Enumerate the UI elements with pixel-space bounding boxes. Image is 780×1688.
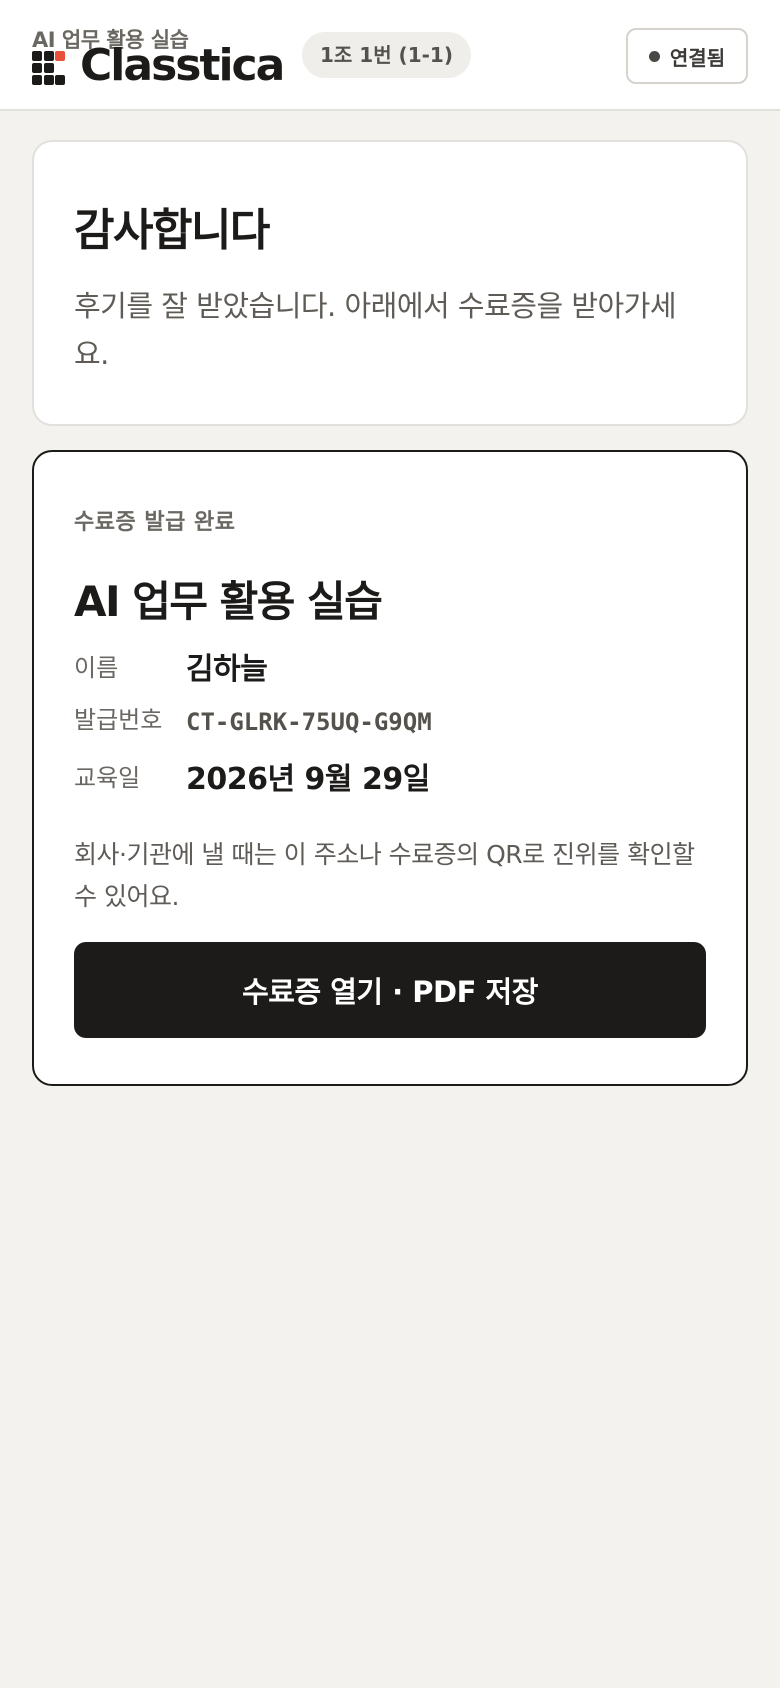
course-title: AI 업무 활용 실습 bbox=[74, 577, 383, 626]
thanks-message: 후기를 잘 받았습니다. 아래에서 수료증을 받아가세요. bbox=[74, 289, 677, 371]
training-date-row: 교육일 2026년 9월 29일 bbox=[74, 758, 714, 802]
connection-status-label: 연결됨 bbox=[669, 45, 726, 70]
open-certificate-button[interactable]: 수료증 열기 · PDF 저장 bbox=[74, 942, 706, 1038]
thanks-title: 감사합니다 bbox=[74, 205, 270, 256]
certificate-card: 수료증 발급 완료 AI 업무 활용 실습 이름 김하늘 발급번호 CT-GLR… bbox=[32, 450, 748, 1086]
name-label: 이름 bbox=[74, 654, 119, 682]
name-value: 김하늘 bbox=[186, 652, 268, 687]
verification-note: 회사·기관에 낼 때는 이 주소나 수료증의 QR로 진위를 확인할 수 있어요… bbox=[74, 840, 695, 911]
status-dot-icon bbox=[648, 50, 660, 62]
thanks-card: 감사합니다 후기를 잘 받았습니다. 아래에서 수료증을 받아가세요. bbox=[32, 140, 748, 426]
connection-status-button[interactable]: 연결됨 bbox=[626, 28, 748, 84]
classtica-logo-icon bbox=[32, 51, 68, 85]
brand-name: Classtica bbox=[80, 40, 285, 91]
issue-number-value: CT-GLRK-75UQ-G9QM bbox=[186, 708, 432, 736]
issue-number-row: 발급번호 CT-GLRK-75UQ-G9QM bbox=[74, 700, 714, 744]
certificate-status: 수료증 발급 완료 bbox=[74, 510, 236, 535]
training-date-label: 교육일 bbox=[74, 764, 141, 792]
training-date-value: 2026년 9월 29일 bbox=[186, 762, 430, 797]
app-header: AI 업무 활용 실습 Classtica 1조 1번 (1-1) 연결됨 bbox=[0, 0, 780, 111]
team-badge: 1조 1번 (1-1) bbox=[302, 32, 471, 78]
name-row: 이름 김하늘 bbox=[74, 648, 714, 692]
issue-number-label: 발급번호 bbox=[74, 706, 163, 734]
